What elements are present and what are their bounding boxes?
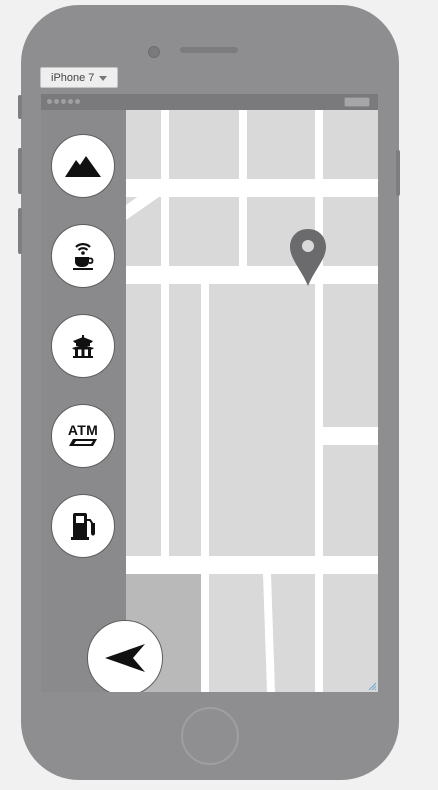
atm-icon: ATM <box>67 423 99 449</box>
side-button-volume-down <box>18 208 22 254</box>
atm-icon-label: ATM <box>67 422 99 438</box>
signal-dots-icon <box>47 99 80 104</box>
navigation-arrow-icon <box>105 644 145 672</box>
poi-button-cafe[interactable] <box>51 224 115 288</box>
side-button-power <box>396 150 400 196</box>
side-button-mute <box>18 95 22 119</box>
battery-icon <box>344 97 370 107</box>
mountain-icon <box>65 156 101 177</box>
home-button[interactable] <box>181 707 239 765</box>
front-camera <box>148 46 160 58</box>
pagoda-icon <box>72 335 94 358</box>
earpiece-speaker <box>180 47 238 53</box>
cafe-wifi-icon <box>73 243 94 270</box>
phone-screen: ATM <box>41 94 378 692</box>
side-button-volume-up <box>18 148 22 194</box>
locate-me-button[interactable] <box>87 620 163 692</box>
poi-sidebar: ATM <box>41 110 163 692</box>
status-bar <box>41 94 378 110</box>
poi-button-temple[interactable] <box>51 314 115 378</box>
poi-button-fuel[interactable] <box>51 494 115 558</box>
device-selector-label: iPhone 7 <box>51 72 95 84</box>
fuel-pump-icon <box>71 513 95 540</box>
poi-button-nature[interactable] <box>51 134 115 198</box>
device-selector[interactable]: iPhone 7 <box>40 67 118 88</box>
chevron-down-icon <box>99 76 107 81</box>
resize-handle[interactable] <box>368 682 377 691</box>
poi-button-atm[interactable]: ATM <box>51 404 115 468</box>
